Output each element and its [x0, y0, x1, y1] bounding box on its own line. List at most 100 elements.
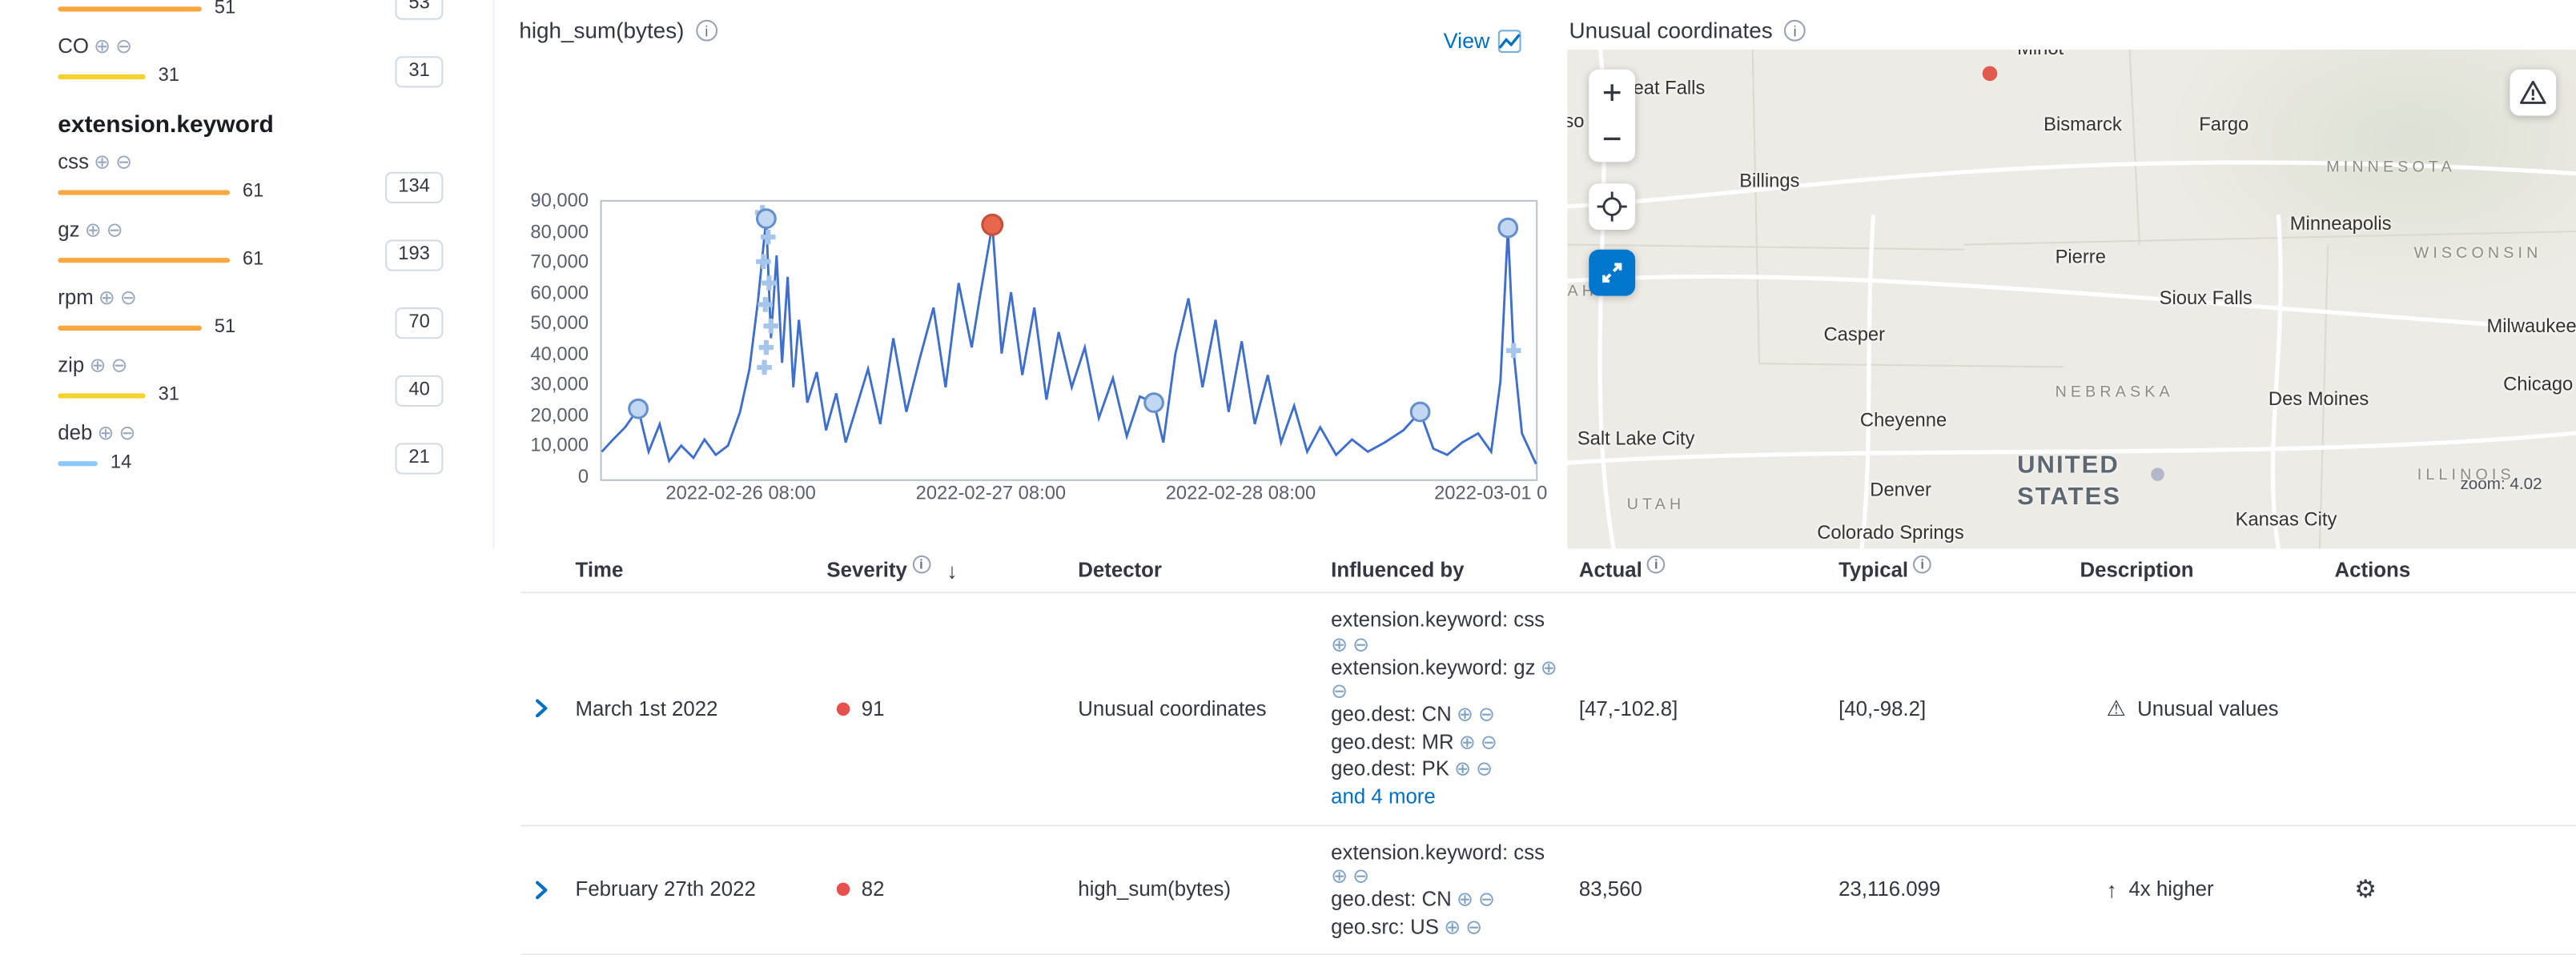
y-axis-tick-label: 80,000	[503, 223, 589, 243]
influencer-count-badge: 40	[396, 375, 443, 407]
map-info-icon[interactable]	[1784, 20, 1806, 42]
multi-bucket-marker[interactable]	[766, 275, 771, 291]
influencer-filter: geo.dest: CN⊕⊖	[1331, 886, 1565, 913]
add-filter-icon[interactable]: ⊕	[1459, 732, 1476, 752]
add-filter-icon[interactable]: ⊕	[85, 220, 102, 240]
city-label: Minot	[2017, 50, 2064, 59]
map-canvas[interactable]: zoom: 4.02 Great FallssoBillingsMinotBis…	[1567, 50, 2576, 549]
view-chart-link[interactable]: View	[1444, 28, 1521, 53]
set-view-button[interactable]	[1589, 183, 1635, 230]
add-filter-icon[interactable]: ⊕	[1444, 917, 1461, 937]
multi-bucket-marker[interactable]	[763, 297, 768, 312]
anomaly-marker[interactable]	[1499, 219, 1517, 237]
multi-bucket-marker[interactable]	[769, 319, 774, 334]
state-label: MINNESOTA	[2326, 158, 2456, 177]
remove-filter-icon[interactable]: ⊖	[1465, 917, 1482, 937]
add-filter-icon[interactable]: ⊕	[98, 423, 115, 443]
minus-icon	[1601, 127, 1624, 150]
remove-filter-icon[interactable]: ⊖	[106, 220, 123, 240]
remove-filter-icon[interactable]: ⊖	[1478, 704, 1495, 724]
column-header-actual[interactable]: Actual	[1579, 559, 1839, 582]
warning-triangle-icon	[2517, 76, 2550, 109]
view-link-label: View	[1444, 28, 1490, 53]
add-filter-icon[interactable]: ⊕	[1331, 634, 1348, 654]
influencer-text: geo.src: US	[1331, 913, 1439, 941]
add-filter-icon[interactable]: ⊕	[1457, 704, 1473, 724]
expand-row-button[interactable]	[520, 698, 549, 720]
city-label: Cheyenne	[1860, 411, 1947, 431]
multi-bucket-marker[interactable]	[1511, 343, 1516, 359]
zoom-out-button[interactable]	[1589, 116, 1635, 163]
x-axis-tick-label: 2022-03-01 0	[1434, 484, 1547, 504]
sort-direction-icon[interactable]: ↓	[946, 558, 957, 583]
remove-filter-icon[interactable]: ⊖	[1352, 866, 1369, 886]
remove-filter-icon[interactable]: ⊖	[1331, 681, 1348, 701]
column-header-label: Typical	[1839, 559, 1908, 582]
influencer-label: gz	[58, 219, 79, 242]
map-title-row: Unusual coordinates	[1569, 18, 1806, 43]
anomaly-marker[interactable]	[629, 399, 648, 418]
remove-filter-icon[interactable]: ⊖	[1478, 889, 1495, 909]
multi-bucket-marker[interactable]	[762, 360, 766, 375]
city-label: Colorado Springs	[1817, 524, 1963, 544]
multi-bucket-marker[interactable]	[764, 340, 769, 355]
severity-score: 82	[862, 878, 885, 901]
influencer-filter: geo.dest: CN⊕⊖	[1331, 700, 1565, 728]
chart-series-layer	[601, 200, 1538, 481]
row-actions-button[interactable]: ⚙	[2335, 875, 2377, 905]
chevron-right-icon	[534, 879, 549, 901]
column-info-icon[interactable]	[1647, 555, 1666, 573]
influencers-sidebar: 5153CO⊕⊖3131extension.keywordcss⊕⊖61134g…	[0, 0, 492, 549]
y-axis-tick-label: 40,000	[503, 345, 589, 365]
column-info-icon[interactable]	[1913, 555, 1931, 573]
anomaly-marker[interactable]	[1411, 403, 1429, 421]
expand-map-button[interactable]	[1589, 250, 1635, 296]
influencer-group-header: extension.keyword	[58, 112, 492, 138]
expand-row-button[interactable]	[520, 879, 549, 901]
remove-filter-icon[interactable]: ⊖	[119, 423, 136, 443]
map-warning-button[interactable]	[2510, 70, 2556, 116]
remove-filter-icon[interactable]: ⊖	[1352, 634, 1369, 654]
column-header-typical[interactable]: Typical	[1839, 559, 2080, 582]
influencer-max-score: 51	[215, 0, 235, 18]
show-more-influencers-link[interactable]: and 4 more	[1331, 783, 1565, 811]
severity-bar	[58, 189, 229, 194]
remove-filter-icon[interactable]: ⊖	[1481, 732, 1497, 752]
column-header-detector[interactable]: Detector	[1078, 559, 1331, 582]
multi-bucket-marker[interactable]	[766, 230, 770, 245]
add-filter-icon[interactable]: ⊕	[94, 36, 111, 56]
remove-filter-icon[interactable]: ⊖	[1476, 759, 1493, 779]
multi-bucket-marker[interactable]	[761, 254, 766, 269]
add-filter-icon[interactable]: ⊕	[89, 355, 106, 375]
add-filter-icon[interactable]: ⊕	[1457, 889, 1473, 909]
anomaly-table-row: February 27th 202282high_sum(bytes)exten…	[520, 825, 2576, 955]
column-header-influenced-by[interactable]: Influenced by	[1331, 559, 1579, 582]
remove-filter-icon[interactable]: ⊖	[115, 152, 132, 172]
add-filter-icon[interactable]: ⊕	[1454, 759, 1471, 779]
critical-anomaly-marker[interactable]	[983, 215, 1003, 235]
remove-filter-icon[interactable]: ⊖	[111, 355, 127, 375]
remove-filter-icon[interactable]: ⊖	[115, 36, 132, 56]
state-label: WISCONSIN	[2414, 245, 2542, 263]
anomaly-marker[interactable]	[1145, 394, 1163, 412]
anomaly-location-dot[interactable]	[2151, 467, 2164, 481]
add-filter-icon[interactable]: ⊕	[1541, 657, 1557, 677]
add-filter-icon[interactable]: ⊕	[1331, 866, 1348, 886]
anomaly-location-dot[interactable]	[1983, 66, 1998, 82]
chart-info-icon[interactable]	[696, 20, 717, 42]
expand-icon	[1597, 258, 1627, 287]
add-filter-icon[interactable]: ⊕	[98, 287, 115, 307]
anomaly-marker[interactable]	[758, 210, 776, 228]
column-header-time[interactable]: Time	[576, 559, 827, 582]
expander-cell	[520, 879, 575, 901]
column-info-icon[interactable]	[912, 555, 930, 573]
remove-filter-icon[interactable]: ⊖	[120, 287, 137, 307]
influencer-count-badge: 134	[385, 172, 444, 203]
column-header-severity[interactable]: Severity↓	[826, 558, 1078, 583]
anomaly-time: March 1st 2022	[576, 697, 827, 720]
severity-bar	[58, 257, 229, 262]
add-filter-icon[interactable]: ⊕	[94, 152, 111, 172]
column-header-description[interactable]: Description	[2080, 559, 2335, 582]
zoom-in-button[interactable]	[1589, 70, 1635, 116]
column-header-actions[interactable]: Actions	[2335, 559, 2576, 582]
